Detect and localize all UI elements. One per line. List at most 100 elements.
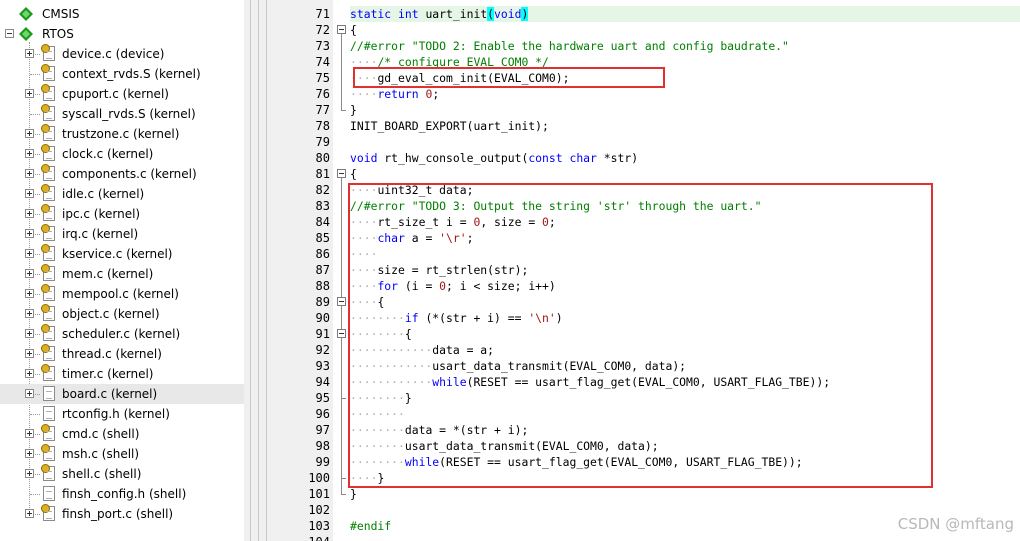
tree-file-item[interactable]: finsh_port.c (shell): [0, 504, 244, 524]
expand-toggle-icon[interactable]: [25, 209, 34, 218]
code-line-current[interactable]: static int uart_init(void): [350, 6, 1020, 22]
tree-file-item[interactable]: syscall_rvds.S (kernel): [0, 104, 244, 124]
tree-file-item[interactable]: shell.c (shell): [0, 464, 244, 484]
fold-toggle-icon[interactable]: [337, 297, 346, 306]
tree-file-item[interactable]: trustzone.c (kernel): [0, 124, 244, 144]
source-file-icon: [41, 424, 55, 441]
expand-toggle-icon[interactable]: [25, 49, 34, 58]
code-line[interactable]: {: [350, 22, 357, 38]
expand-toggle-icon[interactable]: [25, 149, 34, 158]
source-file-icon: [41, 284, 55, 301]
code-line[interactable]: //#error "TODO 2: Enable the hardware ua…: [350, 38, 789, 54]
expand-toggle-icon[interactable]: [25, 189, 34, 198]
line-number: 74: [315, 55, 330, 69]
key-icon: [41, 444, 50, 453]
tree-file-item[interactable]: scheduler.c (kernel): [0, 324, 244, 344]
tree-file-item[interactable]: cpuport.c (kernel): [0, 84, 244, 104]
expand-toggle-icon[interactable]: [25, 129, 34, 138]
tree-file-item[interactable]: ipc.c (kernel): [0, 204, 244, 224]
expand-toggle-icon[interactable]: [25, 249, 34, 258]
tree-connector: [30, 114, 40, 115]
tree-file-item[interactable]: clock.c (kernel): [0, 144, 244, 164]
tree-file-item[interactable]: msh.c (shell): [0, 444, 244, 464]
key-icon: [41, 244, 50, 253]
code-editor[interactable]: 71 72 73 74 75 76 77 78 79 80 81 82 83 84 85 86 87 88 89 90…: [268, 0, 1020, 541]
tree-file-item[interactable]: kservice.c (kernel): [0, 244, 244, 264]
line-number: 86: [315, 247, 330, 261]
tree-file-label: mempool.c (kernel): [62, 287, 179, 301]
expand-toggle-icon[interactable]: [25, 309, 34, 318]
tree-file-item[interactable]: components.c (kernel): [0, 164, 244, 184]
code-line[interactable]: }: [350, 102, 357, 118]
tree-file-item[interactable]: mem.c (kernel): [0, 264, 244, 284]
line-number: 87: [315, 263, 330, 277]
fold-toggle-icon[interactable]: [337, 169, 346, 178]
line-number: 96: [315, 407, 330, 421]
tree-file-item[interactable]: context_rvds.S (kernel): [0, 64, 244, 84]
tree-file-label: components.c (kernel): [62, 167, 197, 181]
expand-toggle-icon[interactable]: [25, 509, 34, 518]
line-number: 102: [308, 503, 330, 517]
expand-toggle-icon[interactable]: [25, 369, 34, 378]
line-number: 83: [315, 199, 330, 213]
expand-toggle-icon[interactable]: [25, 389, 34, 398]
fold-end: [341, 494, 346, 495]
expand-toggle-icon[interactable]: [25, 289, 34, 298]
tree-file-item[interactable]: rtconfig.h (kernel): [0, 404, 244, 424]
tree-file-label: msh.c (shell): [62, 447, 140, 461]
code-line[interactable]: ····return 0;: [350, 86, 439, 102]
expand-toggle-icon[interactable]: [25, 229, 34, 238]
line-number: 95: [315, 391, 330, 405]
watermark: CSDN @mftang: [897, 515, 1014, 533]
key-icon: [41, 124, 50, 133]
collapse-toggle-icon[interactable]: [5, 29, 14, 38]
group-folder-icon: [19, 27, 33, 41]
tree-file-label: syscall_rvds.S (kernel): [62, 107, 196, 121]
tree-file-item[interactable]: device.c (device): [0, 44, 244, 64]
tree-group-cmsis[interactable]: CMSIS: [0, 4, 244, 24]
line-number: 73: [315, 39, 330, 53]
fold-toggle-icon[interactable]: [337, 329, 346, 338]
expand-toggle-icon[interactable]: [25, 469, 34, 478]
expand-toggle-icon[interactable]: [25, 329, 34, 338]
tree-file-item[interactable]: idle.c (kernel): [0, 184, 244, 204]
key-icon: [41, 164, 50, 173]
source-file-icon: [41, 344, 55, 361]
tree-connector: [30, 494, 40, 495]
code-line[interactable]: INIT_BOARD_EXPORT(uart_init);: [350, 118, 549, 134]
fold-toggle-icon[interactable]: [337, 25, 346, 34]
tree-file-item[interactable]: board.c (kernel): [0, 384, 244, 404]
code-line[interactable]: {: [350, 166, 357, 182]
expand-toggle-icon[interactable]: [25, 349, 34, 358]
source-file-icon: [41, 444, 55, 461]
source-file-icon: [41, 204, 55, 221]
expand-toggle-icon[interactable]: [25, 429, 34, 438]
tree-file-item[interactable]: irq.c (kernel): [0, 224, 244, 244]
tree-group-rtos[interactable]: RTOS: [0, 24, 244, 44]
tree-file-item[interactable]: object.c (kernel): [0, 304, 244, 324]
tree-file-label: kservice.c (kernel): [62, 247, 173, 261]
code-line[interactable]: }: [350, 486, 357, 502]
pane-splitter[interactable]: [244, 0, 268, 541]
line-number: 100: [308, 471, 330, 485]
expand-toggle-icon[interactable]: [25, 269, 34, 278]
code-line[interactable]: void rt_hw_console_output(const char *st…: [350, 150, 638, 166]
tree-file-item[interactable]: thread.c (kernel): [0, 344, 244, 364]
expand-toggle-icon[interactable]: [25, 169, 34, 178]
tree-file-item[interactable]: cmd.c (shell): [0, 424, 244, 444]
line-number: 80: [315, 151, 330, 165]
expand-toggle-icon[interactable]: [25, 449, 34, 458]
tree-file-label: finsh_port.c (shell): [62, 507, 174, 521]
line-number: 75: [315, 71, 330, 85]
source-file-icon: [41, 264, 55, 281]
code-line[interactable]: #endif: [350, 518, 391, 534]
tree-file-item[interactable]: mempool.c (kernel): [0, 284, 244, 304]
tree-file-item[interactable]: timer.c (kernel): [0, 364, 244, 384]
source-file-icon: [41, 124, 55, 141]
line-number: 78: [315, 119, 330, 133]
fold-margin: [333, 0, 347, 541]
expand-toggle-icon[interactable]: [25, 89, 34, 98]
source-file-icon: [41, 364, 55, 381]
source-file-icon: [41, 324, 55, 341]
tree-file-item[interactable]: finsh_config.h (shell): [0, 484, 244, 504]
